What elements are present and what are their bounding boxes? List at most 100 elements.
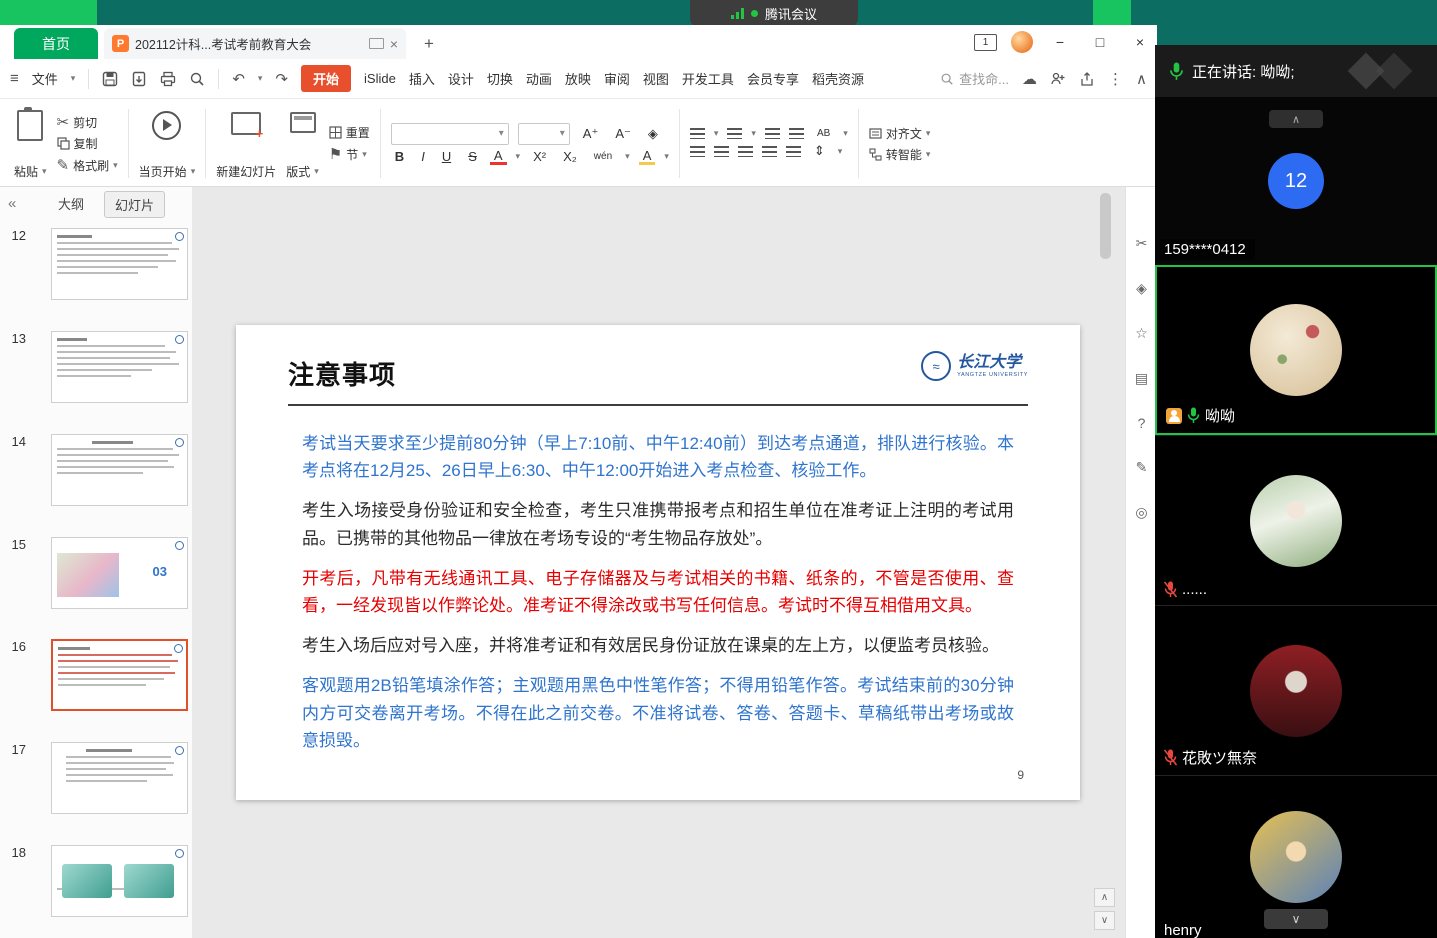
document-tab[interactable]: P 202112计科...考试考前教育大会 ×	[104, 28, 406, 59]
decrease-indent-icon[interactable]	[765, 128, 780, 139]
diamond-tool-icon[interactable]: ◈	[1136, 280, 1147, 297]
align-left-icon[interactable]	[690, 146, 705, 157]
increase-indent-icon[interactable]	[789, 128, 804, 139]
cut-button[interactable]: ✂剪切	[57, 113, 118, 131]
close-window-button[interactable]: ×	[1127, 34, 1153, 50]
save-icon[interactable]	[102, 71, 118, 87]
tab-devtools[interactable]: 开发工具	[682, 69, 734, 88]
underline-button[interactable]: U	[438, 149, 455, 164]
bold-button[interactable]: B	[391, 149, 408, 164]
command-search[interactable]: 查找命...	[940, 69, 1009, 88]
slide-thumbnail-14[interactable]	[51, 434, 188, 506]
tab-review[interactable]: 审阅	[604, 69, 630, 88]
pen-tool-icon[interactable]: ✎	[1136, 459, 1148, 476]
participant-tile-speaking[interactable]: 呦呦	[1155, 265, 1437, 435]
bullet-list-icon[interactable]	[690, 128, 705, 139]
undo-icon[interactable]: ↶	[232, 70, 245, 88]
hamburger-icon[interactable]: ≡	[10, 70, 19, 87]
tab-islide[interactable]: iSlide	[364, 71, 396, 86]
meeting-floating-bar[interactable]: 腾讯会议	[690, 0, 858, 26]
slide-editor[interactable]: 注意事项 ≈ 长江大学 YANGTZE UNIVERSITY 考试当天要求至少提…	[236, 325, 1080, 800]
text-direction-button[interactable]: AB	[813, 128, 834, 139]
file-menu[interactable]: 文件	[32, 69, 58, 88]
line-spacing-icon[interactable]: ⇕	[810, 143, 829, 159]
copy-button[interactable]: 复制	[57, 135, 118, 152]
print-preview-icon[interactable]	[189, 71, 205, 87]
distribute-icon[interactable]	[786, 146, 801, 157]
workspace-badge[interactable]: 1	[974, 34, 997, 51]
scroll-participants-down-button[interactable]: ∨	[1264, 909, 1328, 929]
slide-thumbnail-17[interactable]	[51, 742, 188, 814]
print-icon[interactable]	[160, 71, 176, 87]
share-user-icon[interactable]	[1050, 71, 1066, 87]
slide-thumbnail-12[interactable]	[51, 228, 188, 300]
highlight-button[interactable]: A	[639, 149, 656, 165]
new-slide-button[interactable]: 新建幻灯片	[216, 105, 276, 182]
layout-button[interactable]: 版式▾	[286, 105, 319, 182]
tab-animation[interactable]: 动画	[526, 69, 552, 88]
slide-thumbnail-15[interactable]: 03	[51, 537, 188, 609]
tab-view[interactable]: 视图	[643, 69, 669, 88]
help-icon[interactable]: ?	[1138, 415, 1146, 431]
pinyin-guide-button[interactable]: wén	[590, 151, 616, 162]
font-color-button[interactable]: A	[490, 149, 507, 165]
decrease-font-icon[interactable]: A⁻	[611, 126, 635, 142]
pane-tool-icon[interactable]: ▤	[1135, 370, 1148, 387]
slide-thumbnail-16-selected[interactable]	[51, 639, 188, 711]
slide-thumbnail-18[interactable]	[51, 845, 188, 917]
redo-icon[interactable]: ↷	[275, 70, 288, 88]
target-tool-icon[interactable]: ◎	[1135, 504, 1147, 521]
minimize-button[interactable]: −	[1047, 34, 1073, 50]
participant-tile[interactable]: henry ∨	[1155, 775, 1437, 938]
section-button[interactable]: ⚑节▾	[329, 145, 370, 163]
new-document-tab-button[interactable]: +	[418, 33, 440, 55]
tab-transition[interactable]: 切换	[487, 69, 513, 88]
outline-tab[interactable]: 大纲	[58, 194, 84, 213]
participant-tile-overflow[interactable]: ∧ 12 159****0412	[1155, 97, 1437, 265]
paste-button[interactable]: 粘贴▾	[14, 105, 47, 182]
export-pdf-icon[interactable]	[131, 71, 147, 87]
scrollbar-thumb[interactable]	[1100, 193, 1111, 259]
tab-insert[interactable]: 插入	[409, 69, 435, 88]
participant-tile[interactable]: 花敗ツ無奈	[1155, 605, 1437, 775]
align-text-button[interactable]: 对齐文▾	[869, 125, 931, 142]
format-painter-button[interactable]: ✎格式刷▾	[57, 156, 118, 174]
home-tab[interactable]: 首页	[14, 28, 98, 59]
previous-slide-button[interactable]: ∧	[1094, 888, 1115, 907]
increase-font-icon[interactable]: A⁺	[579, 126, 603, 142]
collapse-ribbon-icon[interactable]: ∧	[1136, 70, 1147, 88]
tab-design[interactable]: 设计	[448, 69, 474, 88]
scroll-participants-up-button[interactable]: ∧	[1269, 110, 1323, 128]
font-family-select[interactable]: ▾	[391, 123, 509, 145]
close-document-icon[interactable]: ×	[390, 36, 398, 52]
clear-format-icon[interactable]: ◈	[644, 126, 662, 142]
more-options-icon[interactable]: ⋮	[1108, 70, 1123, 88]
maximize-button[interactable]: □	[1087, 34, 1113, 50]
cut-tool-icon[interactable]: ✂	[1136, 235, 1148, 252]
align-right-icon[interactable]	[738, 146, 753, 157]
participant-tile[interactable]: ......	[1155, 435, 1437, 605]
align-center-icon[interactable]	[714, 146, 729, 157]
slide-thumbnail-13[interactable]	[51, 331, 188, 403]
italic-button[interactable]: I	[417, 149, 429, 164]
smart-graphic-button[interactable]: 转智能▾	[869, 146, 931, 163]
undo-chevron-icon[interactable]: ▾	[258, 73, 263, 84]
tab-slideshow[interactable]: 放映	[565, 69, 591, 88]
strikethrough-button[interactable]: S	[464, 149, 481, 164]
numbered-list-icon[interactable]	[727, 128, 742, 139]
subscript-button[interactable]: X₂	[559, 149, 581, 164]
collapse-panel-icon[interactable]: «	[8, 195, 16, 212]
account-avatar[interactable]	[1011, 31, 1033, 53]
font-size-select[interactable]: ▾	[518, 123, 570, 145]
reset-button[interactable]: 重置	[329, 124, 370, 141]
slides-tab[interactable]: 幻灯片	[104, 191, 165, 218]
share-icon[interactable]	[1079, 71, 1095, 87]
vertical-scrollbar[interactable]	[1100, 191, 1111, 878]
tab-docer[interactable]: 稻壳资源	[812, 69, 864, 88]
next-slide-button[interactable]: ∨	[1094, 911, 1115, 930]
editing-canvas[interactable]: 注意事项 ≈ 长江大学 YANGTZE UNIVERSITY 考试当天要求至少提…	[192, 187, 1125, 938]
align-justify-icon[interactable]	[762, 146, 777, 157]
cloud-sync-icon[interactable]: ☁	[1022, 70, 1037, 88]
tab-home-ribbon[interactable]: 开始	[301, 65, 351, 92]
star-tool-icon[interactable]: ☆	[1135, 325, 1148, 342]
